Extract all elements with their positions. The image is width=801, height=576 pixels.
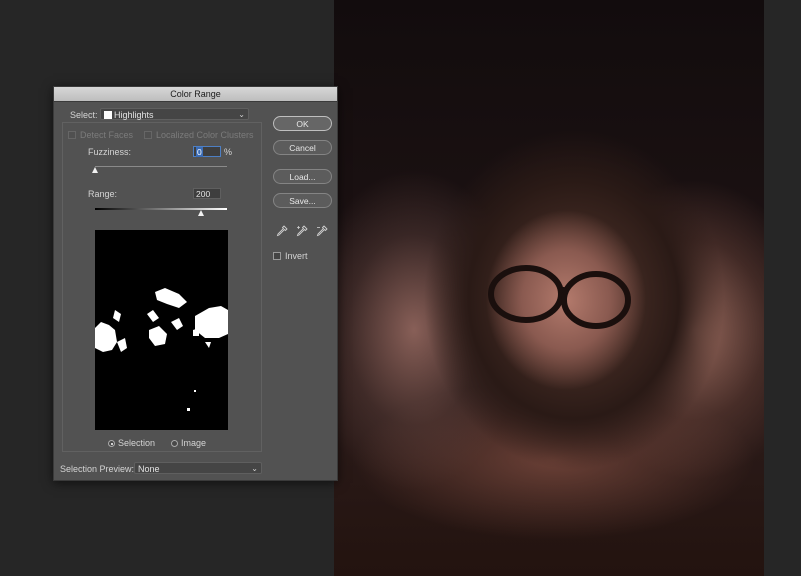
fuzziness-value: 0 [196,147,203,157]
document-canvas [334,0,764,576]
invert-label: Invert [285,251,308,261]
eyedropper-icon[interactable] [276,225,288,237]
highlights-swatch-icon [104,111,112,119]
fuzziness-slider-track[interactable] [95,166,227,167]
load-button[interactable]: Load... [273,169,332,184]
ok-button[interactable]: OK [273,116,332,131]
radio-selection-label: Selection [118,438,156,448]
radio-image[interactable]: Image [171,438,206,448]
range-slider-thumb[interactable] [197,210,204,216]
mask-shapes [95,288,228,411]
cancel-button[interactable]: Cancel [273,140,332,155]
selection-preview-dropdown[interactable]: None ⌄ [134,462,262,474]
selection-preview-value: None [138,464,160,474]
radio-image-label: Image [181,438,207,448]
range-label: Range: [88,189,118,199]
color-range-dialog: Color Range Select: Highlights ⌄ Detect … [53,86,338,481]
localized-clusters-label: Localized Color Clusters [156,130,254,140]
fuzziness-slider-thumb[interactable] [92,167,98,173]
dialog-title[interactable]: Color Range [54,87,337,102]
fuzziness-unit: % [224,147,233,157]
range-input[interactable]: 200 [193,188,221,199]
localized-clusters-checkbox[interactable]: Localized Color Clusters [144,130,254,140]
range-value: 200 [196,189,211,199]
checkbox-box [273,252,281,260]
invert-checkbox[interactable]: Invert [273,251,308,261]
checkbox-box [68,131,76,139]
range-slider-track[interactable] [95,208,227,210]
selection-preview[interactable] [95,230,228,430]
fuzziness-label: Fuzziness: [88,147,132,157]
checkbox-box [144,131,152,139]
save-button[interactable]: Save... [273,193,332,208]
detect-faces-checkbox[interactable]: Detect Faces [68,130,133,140]
chevron-down-icon: ⌄ [238,110,245,119]
radio-selection[interactable]: Selection [108,438,155,448]
fuzziness-input[interactable]: 0 [193,146,221,157]
detect-faces-label: Detect Faces [80,130,134,140]
selection-preview-label: Selection Preview: [60,464,135,474]
select-dropdown[interactable]: Highlights ⌄ [100,108,249,120]
canvas-margin [764,0,801,576]
select-value: Highlights [114,110,154,120]
radio-image-dot [171,440,178,447]
chevron-down-icon: ⌄ [251,464,258,473]
glasses-shape [488,265,631,329]
radio-selection-dot [108,440,115,447]
eyedropper-plus-icon[interactable] [296,225,308,237]
eyedropper-minus-icon[interactable] [316,225,328,237]
select-label: Select: [70,110,98,120]
